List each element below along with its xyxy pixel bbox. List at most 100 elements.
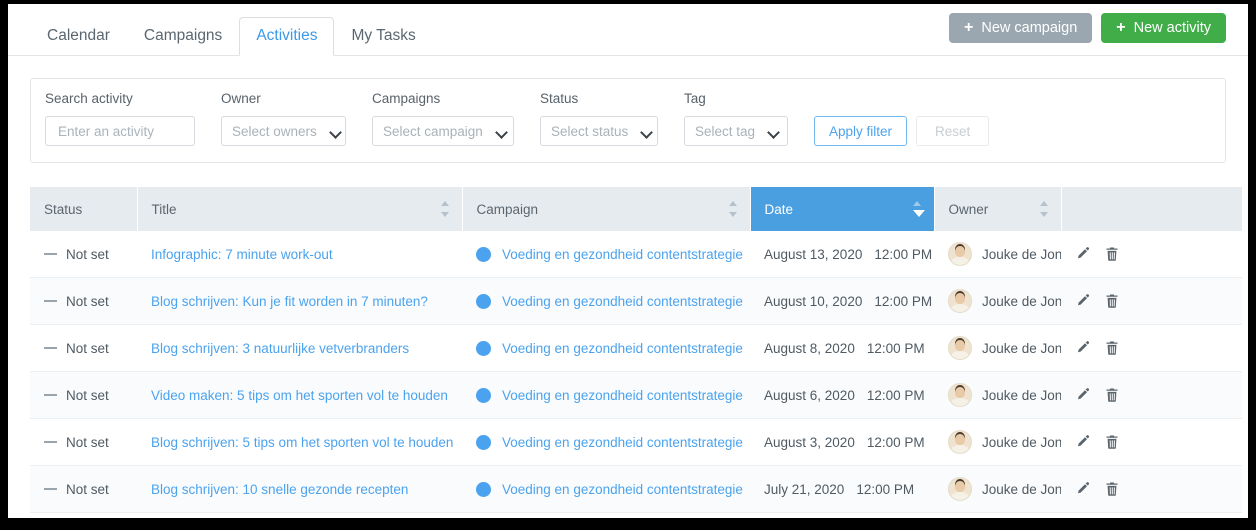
column-header-title[interactable]: Title — [137, 187, 463, 231]
tab-my-tasks[interactable]: My Tasks — [334, 17, 432, 56]
table-row[interactable]: Not set Blog schrijven: 5 tips om het spo… — [30, 418, 1242, 466]
status-select[interactable]: Select status — [540, 116, 658, 146]
table-row[interactable]: Not set Video maken: 5 tips om het sporte… — [30, 371, 1242, 419]
owner-select[interactable]: Select owners — [221, 116, 346, 146]
campaign-color-dot-icon — [476, 340, 491, 356]
tab-label: Activities — [256, 27, 318, 44]
campaign-link[interactable]: Voeding en gezondheid contentstrategie — [502, 388, 743, 403]
date-value: August 8, 2020 — [764, 340, 855, 356]
cell-owner: Jouke de Jong — [934, 465, 1061, 513]
status-label: Not set — [66, 246, 109, 262]
delete-trash-icon[interactable] — [1104, 246, 1120, 262]
sort-arrows-icon[interactable] — [440, 200, 450, 218]
column-header-status: Status — [30, 187, 138, 231]
column-header-label: Campaign — [476, 201, 539, 217]
date-value: August 10, 2020 — [764, 293, 863, 309]
campaign-link[interactable]: Voeding en gezondheid contentstrategie — [502, 341, 743, 356]
sort-arrows-icon[interactable] — [1039, 200, 1049, 218]
dash-icon — [44, 394, 57, 396]
edit-pencil-icon[interactable] — [1075, 340, 1091, 356]
campaign-wrapper: Voeding en gezondheid contentstrategie — [476, 293, 743, 309]
tab-campaigns[interactable]: Campaigns — [127, 17, 239, 56]
tab-label: Campaigns — [143, 27, 223, 44]
owner-wrapper: Jouke de Jong — [948, 430, 1061, 454]
tag-select[interactable]: Select tag — [684, 116, 788, 146]
tab-list: Calendar Campaigns Activities My Tasks — [30, 17, 433, 56]
cell-date: August 6, 2020 12:00 PM — [750, 371, 934, 419]
column-header-label: Date — [764, 201, 794, 217]
chevron-down-icon — [769, 128, 779, 134]
cell-owner: Jouke de Jong — [934, 277, 1061, 325]
activity-title-link[interactable]: Blog schrijven: 5 tips om het sporten vo… — [151, 435, 453, 450]
cell-actions — [1061, 324, 1242, 372]
dash-icon — [44, 300, 57, 302]
delete-trash-icon[interactable] — [1104, 481, 1120, 497]
table-row[interactable]: Not set Blog schrijven: 10 snelle gezonde… — [30, 465, 1242, 513]
campaign-link[interactable]: Voeding en gezondheid contentstrategie — [502, 294, 743, 309]
sort-arrows-icon[interactable] — [912, 200, 925, 218]
table-row[interactable]: Not set Blog schrijven: 3 natuurlijke vet… — [30, 324, 1242, 372]
reset-filter-button[interactable]: Reset — [916, 116, 990, 146]
search-activity-label: Search activity — [45, 91, 133, 106]
activity-title-link[interactable]: Blog schrijven: 3 natuurlijke vetverbran… — [151, 341, 409, 356]
screenshot-frame: Calendar Campaigns Activities My Tasks + Ne… — [0, 0, 1256, 530]
edit-pencil-icon[interactable] — [1075, 387, 1091, 403]
status-indicator: Not set — [44, 388, 123, 403]
date-value: August 3, 2020 — [764, 434, 855, 450]
delete-trash-icon[interactable] — [1104, 340, 1120, 356]
date-wrapper: July 21, 2020 12:00 PM — [764, 482, 920, 497]
activity-title-link[interactable]: Blog schrijven: Kun je fit worden in 7 m… — [151, 294, 428, 309]
edit-pencil-icon[interactable] — [1075, 481, 1091, 497]
table-row[interactable]: Not set Blog schrijven: Kun je fit worden… — [30, 277, 1242, 325]
campaign-link[interactable]: Voeding en gezondheid contentstrategie — [502, 435, 743, 450]
owner-name: Jouke de Jong — [982, 481, 1061, 497]
avatar — [948, 430, 972, 454]
apply-filter-button[interactable]: Apply filter — [814, 116, 908, 146]
owner-wrapper: Jouke de Jong — [948, 242, 1061, 266]
delete-trash-icon[interactable] — [1104, 387, 1120, 403]
campaign-color-dot-icon — [476, 293, 491, 309]
avatar — [948, 477, 972, 501]
cell-actions — [1061, 277, 1242, 325]
column-header-owner[interactable]: Owner — [934, 187, 1062, 231]
tab-calendar[interactable]: Calendar — [30, 17, 127, 56]
cell-date: August 8, 2020 12:00 PM — [750, 324, 934, 372]
column-header-date[interactable]: Date — [750, 187, 935, 231]
column-header-label: Status — [44, 201, 83, 217]
delete-trash-icon[interactable] — [1104, 293, 1120, 309]
edit-pencil-icon[interactable] — [1075, 293, 1091, 309]
search-input-wrapper[interactable] — [45, 116, 195, 146]
table-body: Not set Infographic: 7 minute work-out Voe… — [30, 231, 1242, 513]
delete-trash-icon[interactable] — [1104, 434, 1120, 450]
cell-title: Blog schrijven: Kun je fit worden in 7 m… — [137, 277, 462, 325]
status-label: Status — [540, 91, 579, 106]
campaign-link[interactable]: Voeding en gezondheid contentstrategie — [502, 482, 743, 497]
table-row[interactable]: Not set Infographic: 7 minute work-out Voe… — [30, 231, 1242, 278]
owner-name: Jouke de Jong — [982, 387, 1061, 403]
activity-title-link[interactable]: Blog schrijven: 10 snelle gezonde recept… — [151, 482, 408, 497]
row-actions — [1075, 387, 1228, 403]
row-actions — [1075, 340, 1228, 356]
campaign-link[interactable]: Voeding en gezondheid contentstrategie — [502, 247, 743, 262]
date-wrapper: August 8, 2020 12:00 PM — [764, 340, 925, 356]
tab-label: My Tasks — [351, 27, 416, 44]
edit-pencil-icon[interactable] — [1075, 434, 1091, 450]
tab-activities[interactable]: Activities — [239, 17, 335, 56]
app-page: Calendar Campaigns Activities My Tasks + Ne… — [8, 4, 1248, 518]
activity-title-link[interactable]: Infographic: 7 minute work-out — [151, 247, 333, 262]
sort-arrows-icon[interactable] — [728, 200, 738, 218]
column-header-campaign[interactable]: Campaign — [462, 187, 751, 231]
activity-title-link[interactable]: Video maken: 5 tips om het sporten vol t… — [151, 388, 448, 403]
campaign-select[interactable]: Select campaign — [372, 116, 514, 146]
date-wrapper: August 10, 2020 12:00 PM — [764, 293, 932, 309]
cell-title: Infographic: 7 minute work-out — [137, 231, 462, 278]
filter-field-search: Search activity — [45, 91, 195, 146]
avatar — [948, 336, 972, 360]
new-activity-button[interactable]: + New activity — [1101, 13, 1226, 43]
search-input[interactable] — [56, 122, 184, 140]
owner-select-value: Select owners — [232, 123, 317, 139]
row-actions — [1075, 246, 1228, 262]
edit-pencil-icon[interactable] — [1075, 246, 1091, 262]
new-campaign-button[interactable]: + New campaign — [949, 13, 1093, 43]
cell-status: Not set — [30, 277, 137, 325]
